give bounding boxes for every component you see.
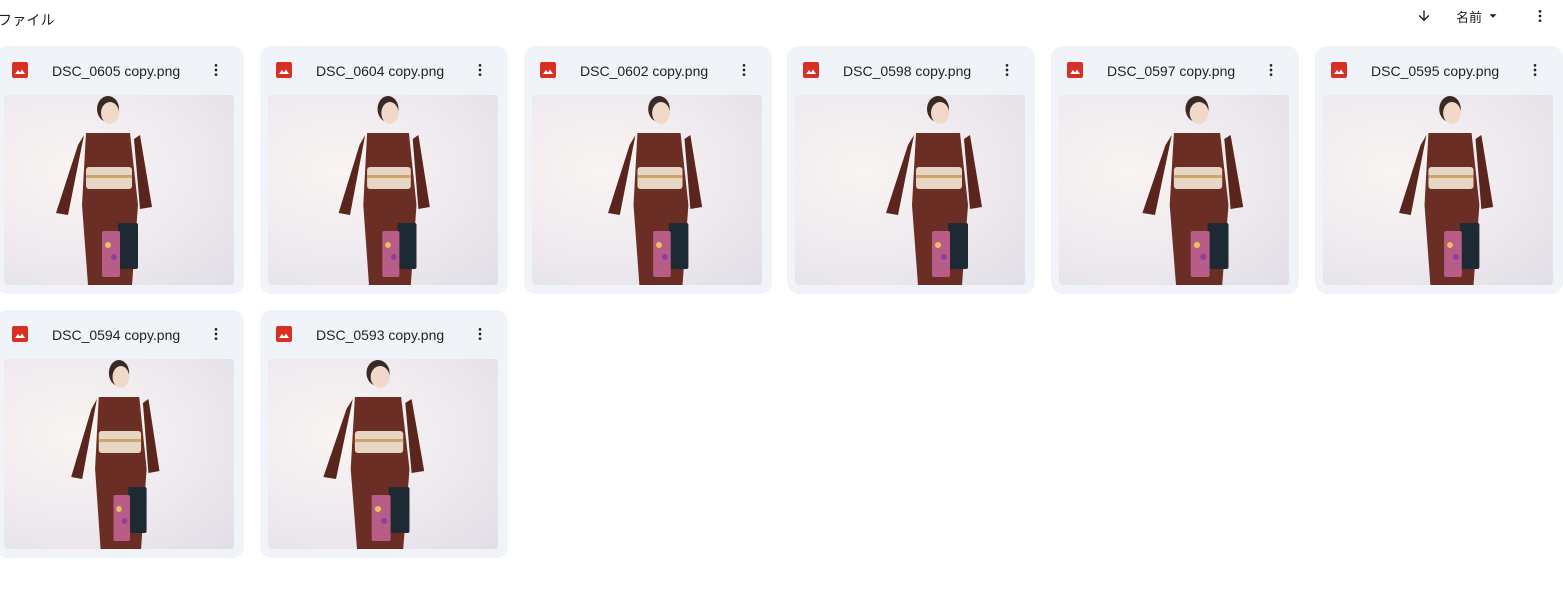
file-name: DSC_0597 copy.png [1107,63,1236,79]
image-file-icon [276,62,292,78]
more-vert-icon [1538,10,1542,22]
image-thumbnail[interactable] [4,359,234,549]
more-vert-icon [1269,64,1273,76]
more-vert-icon [214,328,218,340]
file-card-header: DSC_0605 copy.png [0,46,244,94]
file-card[interactable]: DSC_0604 copy.png [260,46,508,294]
image-file-icon [803,62,819,78]
sort-direction-button[interactable] [1412,4,1436,28]
file-name: DSC_0598 copy.png [843,63,972,79]
file-card-header: DSC_0597 copy.png [1051,46,1299,94]
more-vert-icon [214,64,218,76]
image-thumbnail[interactable] [795,95,1025,285]
file-more-actions-button[interactable] [204,322,228,346]
image-file-icon [276,326,292,342]
file-card[interactable]: DSC_0598 copy.png [787,46,1035,294]
image-file-icon [12,326,28,342]
file-name: DSC_0605 copy.png [52,63,181,79]
file-more-actions-button[interactable] [468,58,492,82]
file-card[interactable]: DSC_0597 copy.png [1051,46,1299,294]
image-file-icon [12,62,28,78]
file-card[interactable]: DSC_0593 copy.png [260,310,508,558]
more-vert-icon [1533,64,1537,76]
image-thumbnail[interactable] [532,95,762,285]
sort-label: 名前 [1456,9,1483,25]
file-card-header: DSC_0594 copy.png [0,310,244,358]
file-card[interactable]: DSC_0605 copy.png [0,46,244,294]
image-thumbnail[interactable] [4,95,234,285]
more-vert-icon [478,64,482,76]
file-card[interactable]: DSC_0595 copy.png [1315,46,1563,294]
image-file-icon [1067,62,1083,78]
image-thumbnail[interactable] [268,359,498,549]
file-card-header: DSC_0593 copy.png [260,310,508,358]
arrow-down-icon [1418,10,1430,22]
sort-field-dropdown[interactable]: 名前 [1456,4,1500,28]
file-name: DSC_0595 copy.png [1371,63,1500,79]
image-thumbnail[interactable] [268,95,498,285]
file-card-header: DSC_0595 copy.png [1315,46,1563,94]
file-more-actions-button[interactable] [995,58,1019,82]
file-name: DSC_0602 copy.png [580,63,709,79]
file-more-actions-button[interactable] [732,58,756,82]
more-vert-icon [478,328,482,340]
sort-toolbar: 名前 [0,0,1563,36]
file-name: DSC_0594 copy.png [52,327,181,343]
file-card[interactable]: DSC_0602 copy.png [524,46,772,294]
file-card[interactable]: DSC_0594 copy.png [0,310,244,558]
image-thumbnail[interactable] [1323,95,1553,285]
file-more-actions-button[interactable] [1523,58,1547,82]
image-file-icon [540,62,556,78]
file-more-actions-button[interactable] [1259,58,1283,82]
more-vert-icon [1005,64,1009,76]
file-card-header: DSC_0598 copy.png [787,46,1035,94]
file-more-actions-button[interactable] [204,58,228,82]
more-vert-icon [742,64,746,76]
image-file-icon [1331,62,1347,78]
caret-down-icon [1489,14,1497,18]
file-more-actions-button[interactable] [468,322,492,346]
file-card-header: DSC_0604 copy.png [260,46,508,94]
view-options-more-button[interactable] [1528,4,1552,28]
file-name: DSC_0604 copy.png [316,63,445,79]
file-name: DSC_0593 copy.png [316,327,445,343]
image-thumbnail[interactable] [1059,95,1289,285]
file-card-header: DSC_0602 copy.png [524,46,772,94]
